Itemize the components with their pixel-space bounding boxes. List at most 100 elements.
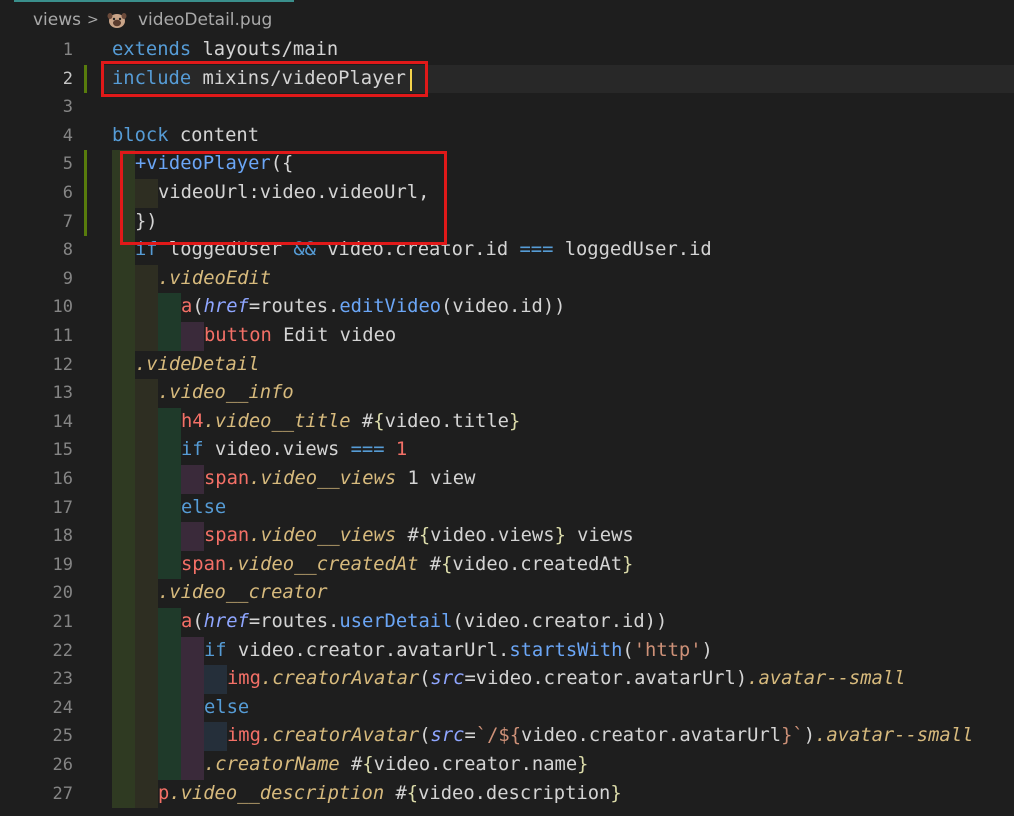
code-line[interactable]: 12 .videDetail	[0, 350, 1014, 380]
code-token: block	[112, 124, 169, 146]
code-token: extends	[112, 39, 192, 60]
code-token: src	[430, 725, 465, 747]
line-number: 15	[52, 440, 73, 461]
code-token: .videoEdit	[158, 267, 272, 289]
breadcrumb-folder[interactable]: views	[33, 9, 81, 31]
code-text: img.creatorAvatar(src=`/${video.creator.…	[227, 722, 973, 751]
code-line[interactable]: 17 else	[0, 493, 1014, 523]
code-line[interactable]: 20 .video__creator	[0, 579, 1014, 608]
line-number: 25	[52, 726, 73, 747]
indent-guide	[135, 665, 158, 694]
line-number: 18	[52, 526, 73, 547]
indent-guide	[181, 465, 204, 494]
code-token: ))	[542, 296, 566, 318]
code-text: span.video__createdAt #{video.createdAt}	[181, 551, 633, 580]
code-token: #	[339, 754, 363, 775]
code-text: h4.video__title #{video.title}	[181, 408, 520, 437]
code-text: .creatorName #{video.creator.name}	[204, 751, 588, 780]
code-line[interactable]: 13 .video__info	[0, 379, 1014, 408]
code-token: a	[181, 296, 193, 318]
line-number: 2	[62, 68, 73, 89]
indent-guide	[181, 322, 204, 351]
active-tab-indicator	[14, 0, 294, 2]
code-token: href	[203, 296, 249, 318]
indent-guide	[135, 693, 158, 723]
code-token: src	[430, 668, 465, 690]
code-token: views	[565, 525, 634, 547]
code-text: else	[181, 494, 226, 523]
indent-guide	[158, 608, 181, 637]
indent-guide	[135, 407, 158, 437]
code-text: .videoEdit	[158, 265, 271, 294]
line-number: 14	[52, 411, 73, 432]
breadcrumb: views > videoDetail.pug	[0, 0, 1014, 40]
code-token: }	[610, 782, 622, 804]
code-token: startsWith	[509, 639, 623, 661]
indent-guide	[135, 465, 158, 494]
indent-guide	[112, 293, 135, 322]
code-token: loggedUser.id	[553, 239, 712, 261]
code-line[interactable]: 21 a(href=routes.userDetail(video.creator…	[0, 608, 1014, 637]
code-text: span.video__views #{video.views} views	[204, 522, 634, 551]
code-token: else	[204, 696, 250, 718]
indent-guide	[204, 722, 227, 751]
code-token: video.creator.id	[463, 611, 645, 632]
line-number: 8	[62, 240, 73, 261]
code-line[interactable]: 18 span.video__views #{video.views} views	[0, 522, 1014, 551]
line-number: 13	[52, 383, 73, 404]
code-line[interactable]: 16 span.video__views 1 view	[0, 465, 1014, 494]
code-token: #	[418, 553, 442, 575]
annotation-box-include	[101, 61, 428, 97]
code-token: ===	[350, 439, 385, 461]
code-token: video.views	[430, 525, 555, 547]
code-token: .video__createdAt	[226, 553, 419, 575]
code-line[interactable]: 14 h4.video__title #{video.title}	[0, 407, 1014, 437]
indent-guide	[135, 608, 158, 637]
code-line[interactable]: 15 if video.views === 1	[0, 436, 1014, 465]
code-token: video.createdAt	[452, 553, 623, 575]
indent-guide	[112, 665, 135, 694]
code-line[interactable]: 25 img.creatorAvatar(src=`/${video.creato…	[0, 722, 1014, 751]
indent-guide	[135, 550, 158, 580]
code-text: .video__info	[158, 379, 294, 408]
code-token: video.title	[384, 410, 509, 432]
code-line[interactable]: 23 img.creatorAvatar(src=video.creator.av…	[0, 665, 1014, 694]
line-number: 7	[62, 211, 73, 232]
indent-guide	[112, 465, 135, 494]
code-line[interactable]: 27 p.video__description #{video.descripti…	[0, 779, 1014, 809]
gutter-change-marker	[84, 64, 87, 94]
code-token: {	[418, 525, 431, 547]
code-token: if	[181, 439, 204, 461]
code-line[interactable]: 10 a(href=routes.editVideo(video.id))	[0, 293, 1014, 322]
code-token: )	[735, 668, 748, 690]
code-line[interactable]: 24 else	[0, 693, 1014, 723]
line-number: 27	[52, 783, 73, 804]
code-token: }	[622, 553, 634, 575]
code-token: .video__description	[169, 782, 385, 804]
code-token: (	[419, 668, 431, 690]
code-line[interactable]: 11 button Edit video	[0, 322, 1014, 351]
code-token: video.creator.avatarUrl.	[226, 639, 510, 661]
code-line[interactable]: 19 span.video__createdAt #{video.createdA…	[0, 550, 1014, 580]
code-text: .videDetail	[135, 351, 259, 380]
code-line[interactable]: 3	[0, 93, 1014, 122]
indent-guide	[181, 636, 204, 666]
breadcrumb-file[interactable]: videoDetail.pug	[138, 9, 272, 31]
code-token: .video__info	[158, 382, 294, 404]
code-line[interactable]: 26 .creatorName #{video.creator.name}	[0, 751, 1014, 780]
code-token: `/${	[475, 725, 522, 747]
code-line[interactable]: 9 .videoEdit	[0, 264, 1014, 294]
code-token: }	[577, 754, 589, 775]
code-token: img	[227, 668, 261, 690]
indent-guide	[158, 293, 181, 322]
code-token: 1	[384, 439, 408, 461]
gutter-change-marker	[84, 150, 87, 237]
line-number: 16	[52, 469, 73, 489]
indent-guide	[158, 550, 181, 580]
code-token: .avatar--small	[815, 725, 974, 747]
code-line[interactable]: 4 block content	[0, 122, 1014, 151]
code-line[interactable]: 22 if video.creator.avatarUrl.startsWith(…	[0, 636, 1014, 666]
indent-guide	[135, 579, 158, 608]
code-token: if	[204, 639, 227, 661]
line-number: 1	[62, 40, 73, 60]
